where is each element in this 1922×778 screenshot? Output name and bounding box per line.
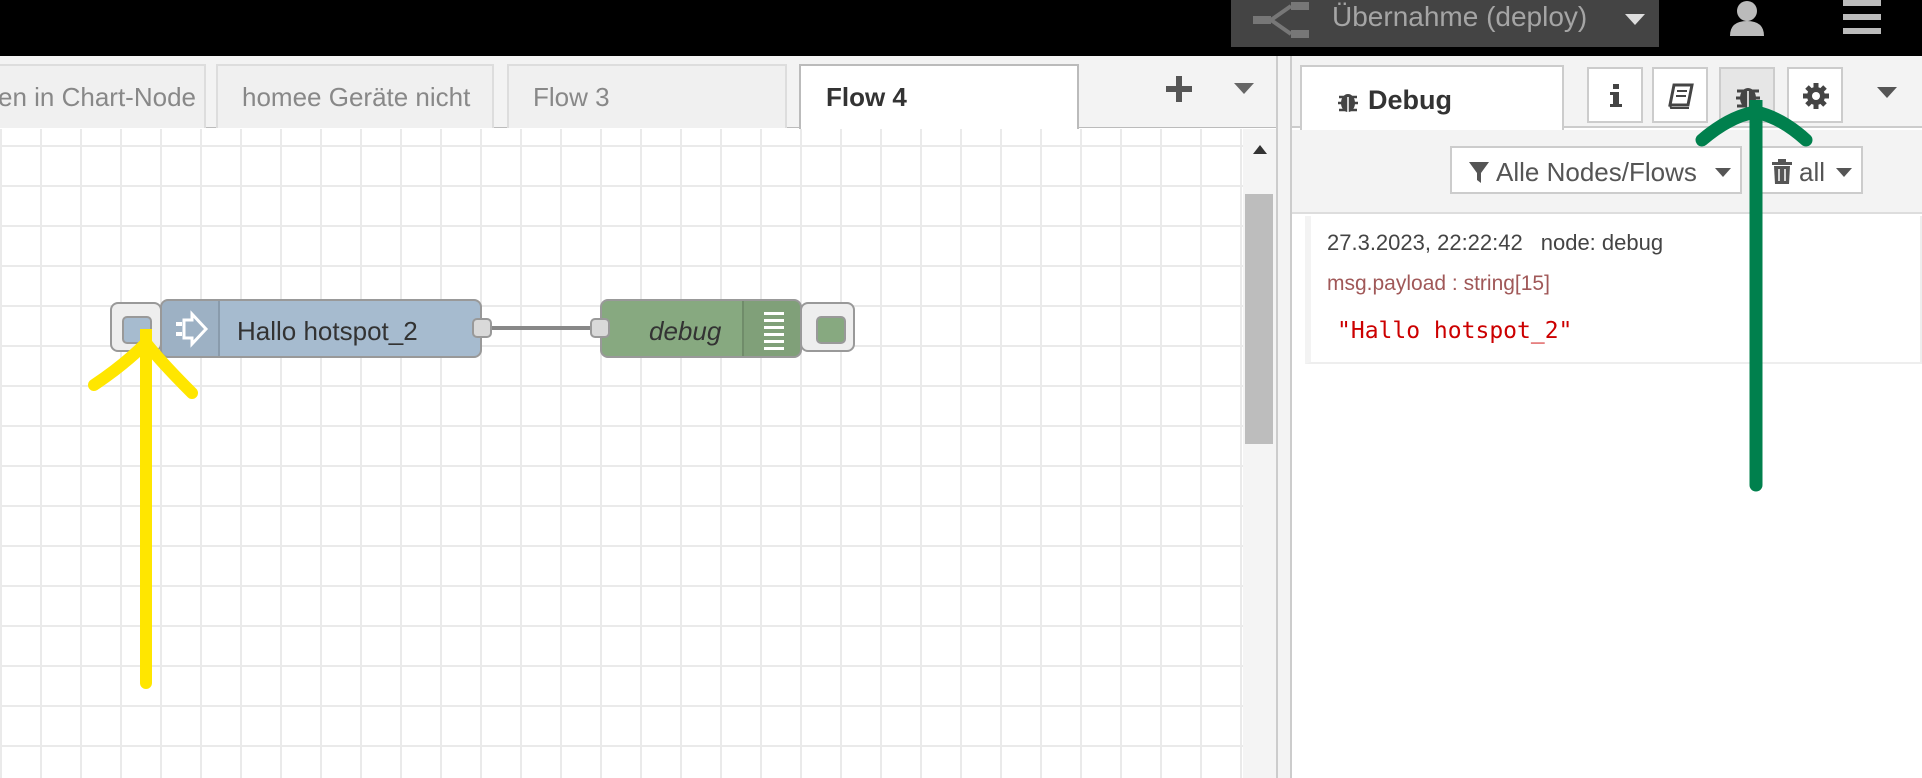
book-icon — [1668, 83, 1694, 109]
canvas-vertical-scrollbar[interactable] — [1243, 129, 1276, 778]
debug-message-timestamp: 27.3.2023, 22:22:42 — [1327, 230, 1523, 255]
debug-message-property[interactable]: msg.payload : string[15] — [1327, 272, 1550, 296]
debug-toggle-square — [816, 316, 846, 344]
scroll-up-arrow-icon[interactable] — [1252, 143, 1268, 155]
filter-icon — [1469, 162, 1489, 183]
tab-debug[interactable]: Debug — [1300, 65, 1564, 130]
bug-icon — [1338, 94, 1358, 112]
debug-toolbar: Alle Nodes/Flows all — [1292, 130, 1922, 214]
debug-input-port[interactable] — [590, 318, 610, 338]
tab-debug-label: Debug — [1368, 85, 1452, 115]
debug-node-icon-area — [742, 301, 800, 356]
tab-label: en in Chart-Node — [0, 82, 196, 112]
sidebar-menu-chevron-down-icon[interactable] — [1876, 86, 1898, 100]
inject-node-label: Hallo hotspot_2 — [237, 316, 418, 346]
deploy-icon — [1253, 2, 1309, 38]
tab-flow-4[interactable]: Flow 4 — [799, 64, 1079, 130]
yellow-arrow-annotation — [88, 329, 198, 689]
add-tab-plus-icon[interactable] — [1162, 72, 1198, 108]
tab-label: Flow 4 — [826, 82, 907, 112]
chevron-down-icon[interactable] — [1835, 167, 1853, 179]
sidebar: Debug Alle Nodes/Flows all 27.3.2023, 22… — [1292, 56, 1922, 778]
debug-message-meta: 27.3.2023, 22:22:42 node: debug — [1327, 230, 1663, 256]
tab-list-chevron-down-icon[interactable] — [1232, 80, 1256, 98]
chevron-down-icon — [1625, 14, 1645, 25]
debug-node[interactable]: debug — [590, 299, 855, 358]
tab-label: Flow 3 — [533, 82, 610, 112]
debug-node-body[interactable]: debug — [600, 299, 802, 358]
deploy-label: Übernahme (deploy) — [1332, 1, 1588, 32]
tab-flow-chart-node[interactable]: en in Chart-Node — [0, 64, 206, 128]
workspace-tab-bar: en in Chart-Node homee Geräte nicht Flow… — [0, 56, 1276, 130]
green-arrow-annotation — [1695, 100, 1813, 492]
debug-message[interactable]: 27.3.2023, 22:22:42 node: debug msg.paylo… — [1305, 216, 1922, 364]
debug-message-value: "Hallo hotspot_2" — [1337, 318, 1573, 344]
sidebar-tab-bar: Debug — [1292, 56, 1922, 130]
tab-flow-3[interactable]: Flow 3 — [507, 64, 787, 128]
debug-node-label: debug — [649, 316, 722, 346]
flow-canvas[interactable]: Hallo hotspot_2 debug — [0, 129, 1243, 778]
tab-flow-homee[interactable]: homee Geräte nicht — [216, 64, 494, 128]
header-bar: Übernahme (deploy) — [0, 0, 1922, 56]
debug-message-node[interactable]: node: debug — [1541, 230, 1663, 255]
inject-output-port[interactable] — [472, 318, 492, 338]
filter-label: Alle Nodes/Flows — [1496, 157, 1697, 187]
deploy-button[interactable]: Übernahme (deploy) — [1231, 0, 1659, 47]
scrollbar-thumb[interactable] — [1245, 194, 1273, 444]
sidebar-separator[interactable] — [1276, 56, 1292, 778]
hamburger-menu-icon[interactable] — [1843, 0, 1881, 36]
user-icon[interactable] — [1727, 0, 1767, 40]
list-lines-icon — [764, 312, 784, 350]
debug-toggle-button[interactable] — [800, 302, 855, 352]
info-tab-button[interactable] — [1587, 67, 1643, 123]
info-icon — [1610, 84, 1622, 107]
tab-label: homee Geräte nicht — [242, 82, 471, 112]
